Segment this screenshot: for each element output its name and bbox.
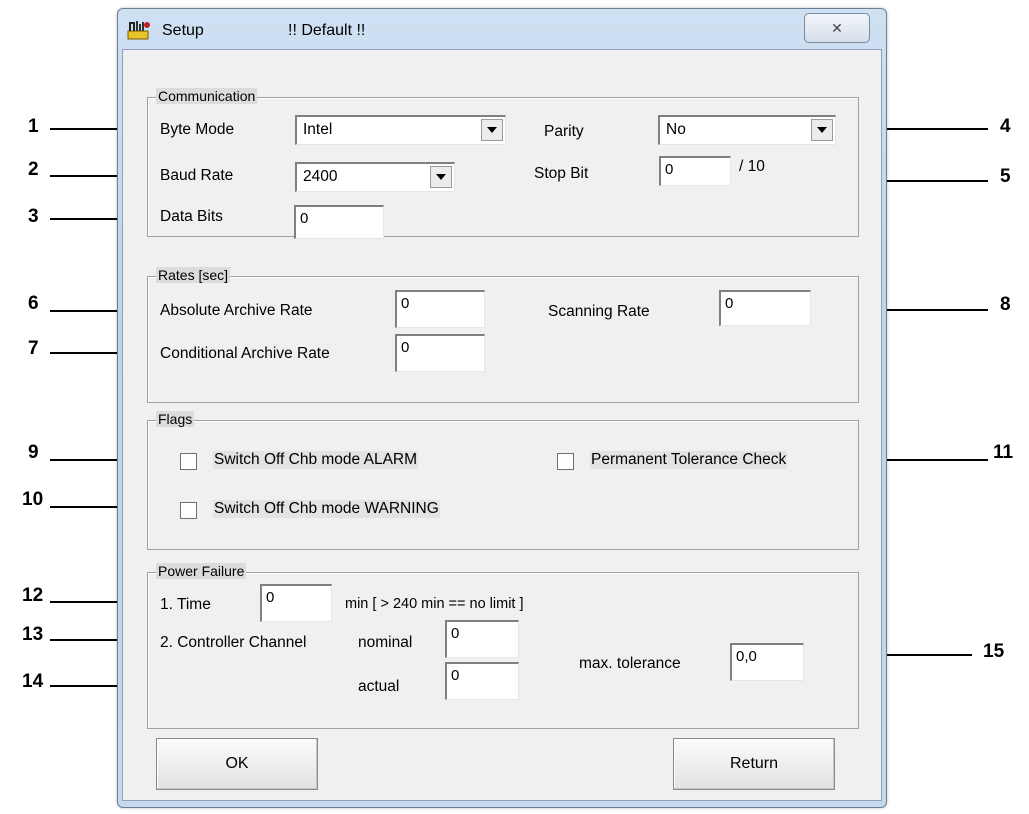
window-subtitle: !! Default !! <box>288 22 366 39</box>
controller-channel-label: 2. Controller Channel <box>160 634 307 651</box>
data-bits-input[interactable]: 0 <box>294 205 384 239</box>
tolerance-checkbox-label[interactable]: Permanent Tolerance Check <box>590 451 788 469</box>
time-input[interactable]: 0 <box>260 584 332 622</box>
setup-tools-icon <box>126 19 152 41</box>
callout-15: 15 <box>983 641 1005 662</box>
callout-9: 9 <box>28 442 39 463</box>
byte-mode-label: Byte Mode <box>160 121 235 138</box>
time-hint: min [ > 240 min == no limit ] <box>345 596 524 612</box>
alarm-checkbox-label[interactable]: Switch Off Chb mode ALARM <box>213 451 419 469</box>
scanning-rate-input[interactable]: 0 <box>719 290 811 326</box>
actual-input[interactable]: 0 <box>445 662 519 700</box>
callout-2: 2 <box>28 159 39 180</box>
dialog-client-area: Communication Byte Mode Intel Parity No … <box>122 49 882 801</box>
nominal-label: nominal <box>358 634 413 651</box>
callout-13: 13 <box>22 624 44 645</box>
tolerance-checkbox[interactable] <box>557 453 574 470</box>
flags-group-title: Flags <box>156 411 195 427</box>
callout-3: 3 <box>28 206 39 227</box>
ok-button[interactable]: OK <box>156 738 318 790</box>
stop-bit-suffix: / 10 <box>739 158 765 175</box>
baud-rate-select[interactable]: 2400 <box>295 162 455 192</box>
warning-checkbox[interactable] <box>180 502 197 519</box>
rates-group-title: Rates [sec] <box>156 267 231 283</box>
time-label: 1. Time <box>160 596 211 613</box>
conditional-archive-rate-input[interactable]: 0 <box>395 334 485 372</box>
stop-bit-input[interactable]: 0 <box>659 156 731 186</box>
chevron-down-icon[interactable] <box>811 119 833 141</box>
conditional-archive-rate-label: Conditional Archive Rate <box>160 345 330 362</box>
parity-value: No <box>666 121 686 138</box>
warning-checkbox-label[interactable]: Switch Off Chb mode WARNING <box>213 500 440 518</box>
nominal-input[interactable]: 0 <box>445 620 519 658</box>
max-tolerance-input[interactable]: 0,0 <box>730 643 804 681</box>
callout-14: 14 <box>22 671 44 692</box>
callout-1: 1 <box>28 116 39 137</box>
absolute-archive-rate-label: Absolute Archive Rate <box>160 302 313 319</box>
callout-11: 11 <box>993 442 1014 463</box>
max-tolerance-label: max. tolerance <box>579 655 681 672</box>
communication-group-title: Communication <box>156 88 258 104</box>
setup-dialog: Setup !! Default !! ✕ Communication Byte… <box>117 8 887 808</box>
callout-5: 5 <box>1000 166 1011 187</box>
close-button[interactable]: ✕ <box>804 13 870 43</box>
callout-12: 12 <box>22 585 44 606</box>
title-bar[interactable]: Setup !! Default !! ✕ <box>118 9 886 47</box>
actual-label: actual <box>358 678 400 695</box>
byte-mode-select[interactable]: Intel <box>295 115 506 145</box>
baud-rate-label: Baud Rate <box>160 167 234 184</box>
stop-bit-label: Stop Bit <box>534 165 589 182</box>
callout-8: 8 <box>1000 294 1011 315</box>
alarm-checkbox[interactable] <box>180 453 197 470</box>
parity-select[interactable]: No <box>658 115 836 145</box>
byte-mode-value: Intel <box>303 121 333 138</box>
data-bits-label: Data Bits <box>160 208 223 225</box>
callout-4: 4 <box>1000 116 1011 137</box>
parity-label: Parity <box>544 123 584 140</box>
return-button[interactable]: Return <box>673 738 835 790</box>
absolute-archive-rate-input[interactable]: 0 <box>395 290 485 328</box>
power-failure-group-title: Power Failure <box>156 563 247 579</box>
flags-group: Flags <box>147 411 859 550</box>
callout-6: 6 <box>28 293 39 314</box>
chevron-down-icon[interactable] <box>430 166 452 188</box>
chevron-down-icon[interactable] <box>481 119 503 141</box>
baud-rate-value: 2400 <box>303 168 338 185</box>
callout-7: 7 <box>28 338 39 359</box>
close-icon: ✕ <box>831 19 843 36</box>
callout-10: 10 <box>22 489 44 510</box>
scanning-rate-label: Scanning Rate <box>548 303 650 320</box>
window-title: Setup <box>162 22 204 39</box>
